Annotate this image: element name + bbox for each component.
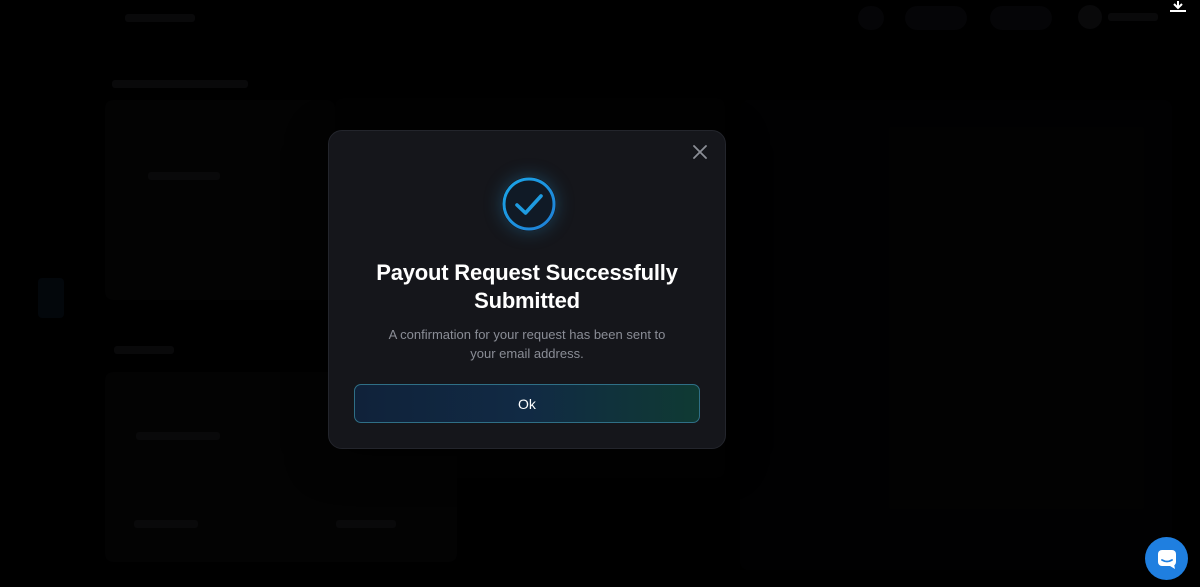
close-icon[interactable] <box>691 143 709 161</box>
modal-title-line: Submitted <box>474 288 580 313</box>
success-modal: Payout Request Successfully Submitted A … <box>328 130 726 449</box>
modal-title-line: Payout Request Successfully <box>376 260 678 285</box>
download-icon[interactable] <box>1168 0 1188 12</box>
ok-button[interactable]: Ok <box>354 384 700 423</box>
check-circle-icon <box>502 177 556 231</box>
chat-icon <box>1157 549 1176 569</box>
modal-title: Payout Request Successfully Submitted <box>349 259 705 315</box>
modal-description-line: A confirmation for your request has been… <box>388 327 666 342</box>
chat-launcher-button[interactable] <box>1145 537 1188 580</box>
modal-description: A confirmation for your request has been… <box>369 325 685 363</box>
ok-button-label: Ok <box>518 395 536 412</box>
modal-description-line: your email address. <box>470 346 584 361</box>
